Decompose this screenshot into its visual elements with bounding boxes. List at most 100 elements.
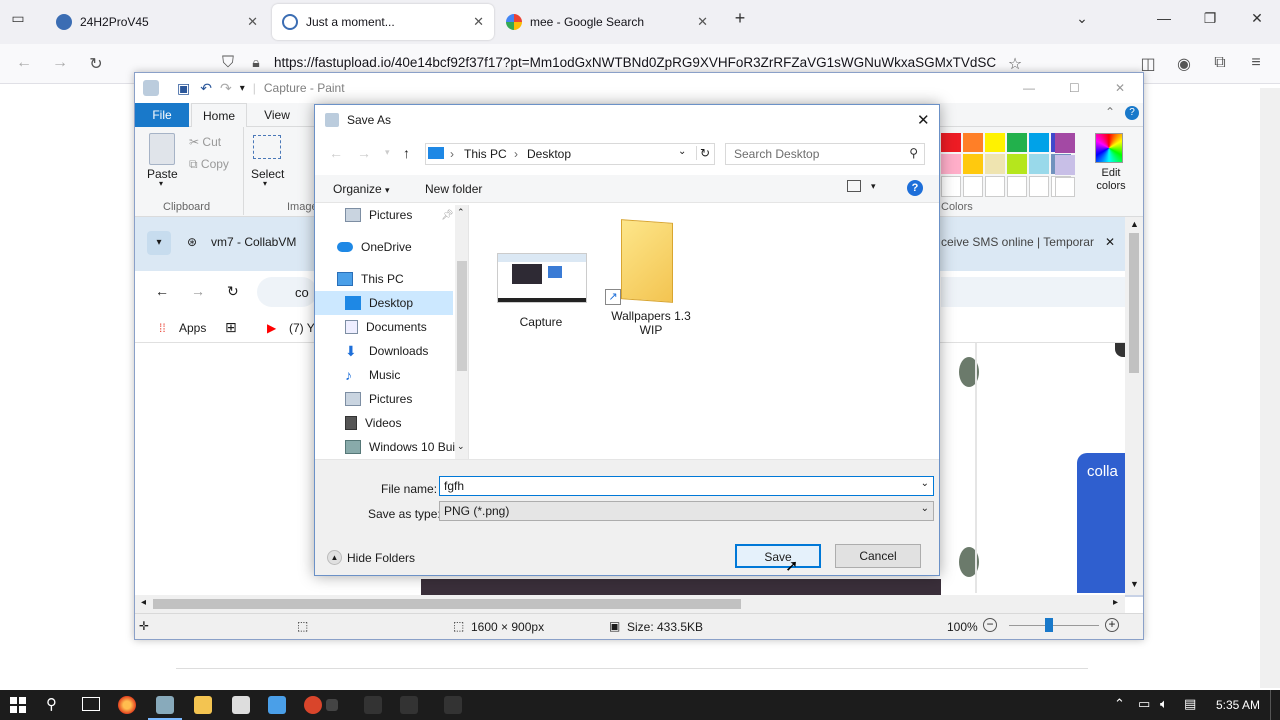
- cut-button[interactable]: ✂ Cut: [189, 135, 221, 149]
- chevron-down-icon[interactable]: ▾: [263, 179, 267, 188]
- tab-view[interactable]: View: [253, 103, 301, 127]
- color-swatch[interactable]: [963, 154, 983, 174]
- undo-icon[interactable]: ↶: [200, 80, 212, 97]
- edit-colors-button[interactable]: Edit colors: [1091, 167, 1131, 193]
- cancel-button[interactable]: Cancel: [835, 544, 921, 568]
- tab-google-search[interactable]: mee - Google Search ✕: [496, 4, 718, 40]
- color-swatch[interactable]: [985, 133, 1005, 153]
- nav-item-documents[interactable]: Documents: [315, 315, 453, 339]
- minimize-icon[interactable]: —: [1023, 81, 1035, 95]
- ribbon-collapse-icon[interactable]: ⌃: [1105, 105, 1115, 119]
- file-item-wallpapers[interactable]: ↗ Wallpapers 1.3 WIP: [601, 219, 701, 341]
- search-input[interactable]: Search Desktop ⚲: [725, 143, 925, 165]
- color-swatch[interactable]: [1055, 133, 1075, 153]
- save-button[interactable]: Save: [735, 544, 821, 568]
- nav-item-windows-10[interactable]: Windows 10 Buil: [315, 435, 458, 459]
- address-bar[interactable]: › This PC › Desktop ⌄ ↻: [425, 143, 715, 165]
- show-desktop-button[interactable]: [1270, 690, 1274, 720]
- nav-item-pictures[interactable]: Pictures: [315, 387, 453, 411]
- color-swatch[interactable]: [963, 175, 983, 197]
- close-icon[interactable]: ✕: [697, 14, 708, 30]
- url-bar[interactable]: https://fastupload.io/40e14bcf92f37f17?p…: [274, 55, 998, 70]
- help-icon[interactable]: ?: [907, 180, 923, 196]
- paste-icon[interactable]: [149, 133, 175, 165]
- color-swatch[interactable]: [1029, 133, 1049, 153]
- chevron-up-icon[interactable]: ⌃: [1114, 696, 1125, 712]
- app-icon[interactable]: [400, 696, 418, 714]
- chevron-down-icon[interactable]: ▼: [1130, 579, 1139, 589]
- app-icon[interactable]: [232, 696, 250, 714]
- chevron-up-icon[interactable]: ▲: [1130, 219, 1139, 229]
- color-swatch[interactable]: [1007, 175, 1027, 197]
- nav-item-videos[interactable]: Videos: [315, 411, 453, 435]
- chevron-right-icon[interactable]: ▸: [1113, 597, 1118, 608]
- app-icon[interactable]: [304, 696, 322, 714]
- file-name-field[interactable]: fgfh ⌄: [439, 476, 934, 496]
- save-as-type-select[interactable]: PNG (*.png) ⌄: [439, 501, 934, 521]
- chevron-down-icon[interactable]: ⌄: [457, 441, 465, 452]
- settings-icon[interactable]: [326, 699, 338, 711]
- select-icon[interactable]: [253, 135, 281, 159]
- tab-just-a-moment[interactable]: Just a moment... ✕: [272, 4, 494, 40]
- new-folder-button[interactable]: New folder: [425, 182, 482, 196]
- help-icon[interactable]: ?: [1125, 106, 1139, 120]
- chevron-down-icon[interactable]: ⌄: [921, 478, 929, 489]
- color-swatch[interactable]: [1029, 154, 1049, 174]
- color-swatch[interactable]: [941, 133, 961, 153]
- up-icon[interactable]: ↑: [403, 145, 410, 161]
- select-button[interactable]: Select: [251, 167, 284, 181]
- nav-item-this-pc[interactable]: This PC: [315, 267, 453, 291]
- extensions-icon[interactable]: ⧉: [1210, 54, 1230, 72]
- refresh-icon[interactable]: ↻: [696, 146, 710, 160]
- minimize-icon[interactable]: —: [1154, 10, 1174, 26]
- paint-taskbar-icon[interactable]: [156, 696, 174, 714]
- organize-button[interactable]: Organize ▾: [333, 182, 390, 196]
- reload-icon[interactable]: ↻: [86, 54, 106, 74]
- hide-folders-button[interactable]: ▲ Hide Folders: [327, 550, 415, 565]
- color-swatch[interactable]: [1055, 177, 1075, 197]
- restore-icon[interactable]: ❐: [1200, 10, 1220, 27]
- zoom-out-icon[interactable]: −: [983, 618, 997, 632]
- new-tab-icon[interactable]: +: [730, 8, 750, 29]
- chevron-down-icon[interactable]: ▾: [385, 147, 390, 158]
- breadcrumb-desktop[interactable]: Desktop: [527, 147, 571, 161]
- close-window-icon[interactable]: ✕: [1247, 10, 1267, 27]
- chevron-up-icon[interactable]: ⌃: [457, 207, 465, 218]
- tab-24h2[interactable]: 24H2ProV45 ✕: [46, 4, 268, 40]
- redo-icon[interactable]: ↷: [220, 80, 232, 97]
- back-icon[interactable]: ←: [14, 54, 34, 72]
- chevron-down-icon[interactable]: ▾: [871, 181, 876, 192]
- file-explorer-icon[interactable]: [194, 696, 212, 714]
- network-icon[interactable]: ▭: [1138, 696, 1150, 712]
- tab-home[interactable]: Home: [191, 103, 247, 128]
- chevron-left-icon[interactable]: ◂: [141, 597, 146, 608]
- edit-colors-icon[interactable]: [1095, 133, 1123, 163]
- chevron-down-icon[interactable]: ▾: [159, 179, 163, 188]
- volume-icon[interactable]: 🔈︎: [1160, 696, 1168, 712]
- canvas-v-scrollbar[interactable]: ▲ ▼: [1125, 217, 1143, 595]
- clock-time[interactable]: 5:35 AM: [1216, 698, 1260, 712]
- lock-icon[interactable]: 🔒︎: [246, 54, 266, 71]
- save-icon[interactable]: ▣: [177, 80, 190, 97]
- close-icon[interactable]: ✕: [917, 111, 930, 129]
- quick-access-dropdown-icon[interactable]: ▾: [240, 83, 245, 94]
- color-swatch[interactable]: [985, 154, 1005, 174]
- nav-item-onedrive[interactable]: OneDrive: [315, 235, 453, 259]
- zoom-slider-thumb[interactable]: [1045, 618, 1053, 632]
- copy-button[interactable]: ⧉ Copy: [189, 157, 229, 172]
- color-swatch[interactable]: [941, 175, 961, 197]
- firefox-icon[interactable]: [118, 696, 136, 714]
- scroll-thumb[interactable]: [1129, 233, 1139, 373]
- color-swatch[interactable]: [985, 175, 1005, 197]
- task-view-icon[interactable]: [82, 697, 100, 711]
- back-icon[interactable]: ←: [329, 145, 343, 161]
- color-swatch[interactable]: [963, 133, 983, 153]
- zoom-in-icon[interactable]: +: [1105, 618, 1119, 632]
- start-button[interactable]: [10, 697, 26, 713]
- color-swatch[interactable]: [1029, 175, 1049, 197]
- nav-scrollbar[interactable]: ⌃ ⌄: [455, 205, 468, 459]
- search-icon[interactable]: ⚲: [46, 695, 57, 713]
- nav-item-downloads[interactable]: ⬇ Downloads: [315, 339, 453, 363]
- nav-item-pictures-pinned[interactable]: Pictures 📌︎: [315, 205, 454, 227]
- forward-icon[interactable]: →: [50, 54, 70, 72]
